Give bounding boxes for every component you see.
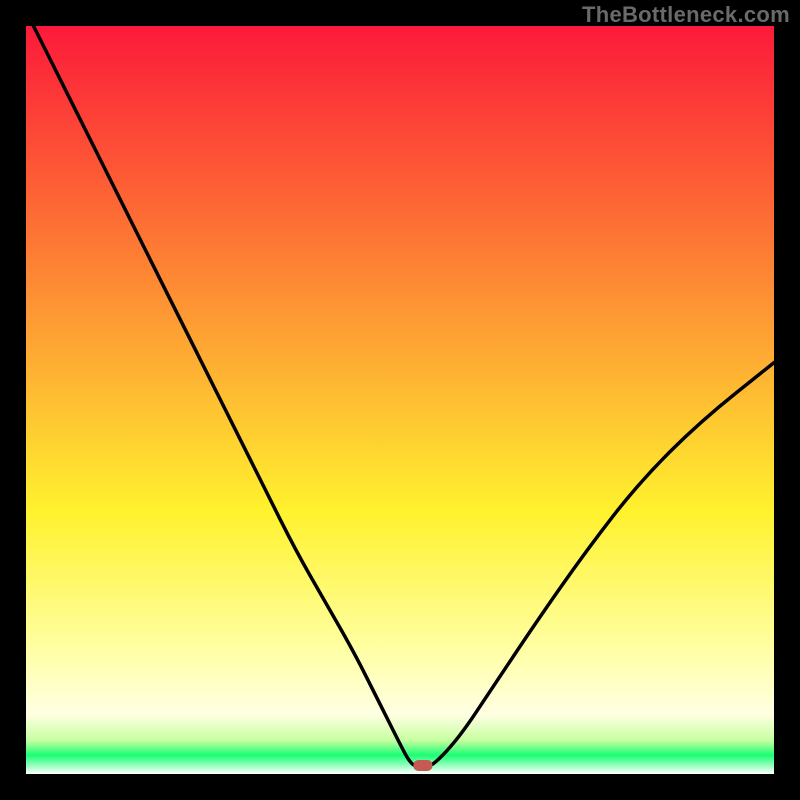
chart-background (26, 26, 774, 774)
bottleneck-chart (0, 0, 800, 800)
optimal-point-marker (413, 760, 432, 771)
watermark-text: TheBottleneck.com (582, 2, 790, 28)
chart-stage: TheBottleneck.com (0, 0, 800, 800)
